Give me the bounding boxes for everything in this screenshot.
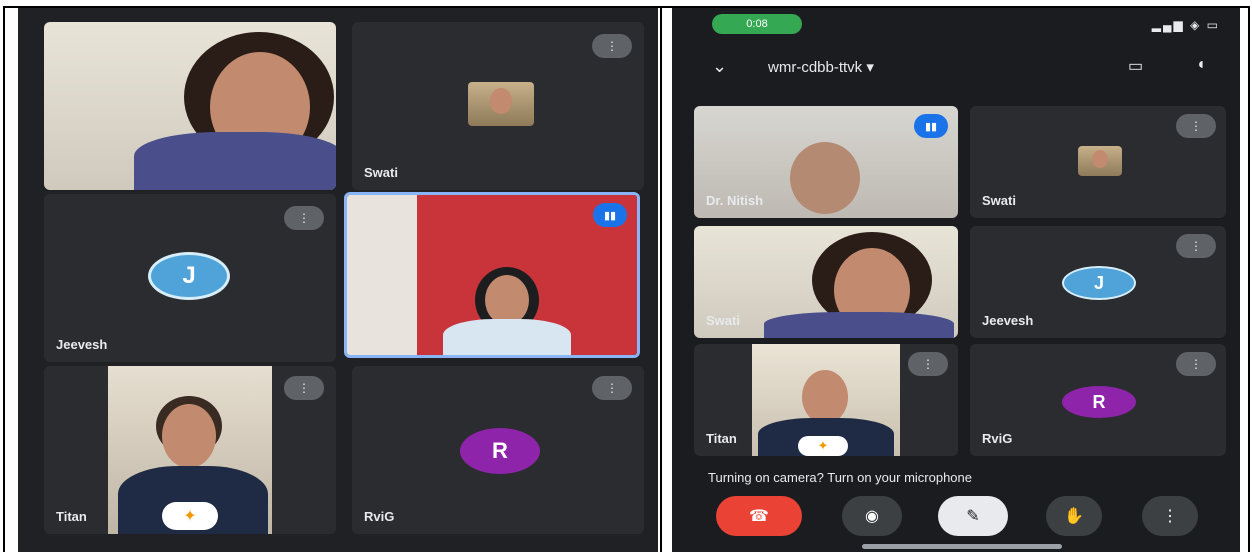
participant-name: Swati [982, 193, 1016, 208]
call-controls-bar: ☎ ◉ ✎ ✋ ⋮ [672, 496, 1240, 544]
table-border-right [1248, 6, 1250, 552]
participant-tile[interactable] [44, 22, 336, 190]
mic-off-icon: ✎ [966, 508, 980, 525]
reaction-button[interactable]: ✦ [162, 502, 218, 530]
participant-name: RviG [982, 431, 1013, 446]
profile-photo [1078, 146, 1122, 176]
phone-status-bar: 0:08 ▂▄▆ ◈ ▭ [672, 8, 1240, 38]
end-call-button[interactable]: ☎ [716, 496, 802, 536]
more-options-icon[interactable]: ⋮ [592, 376, 632, 400]
raise-hand-button[interactable]: ✋ [1046, 496, 1102, 536]
participant-name: Dr. Nitish [706, 193, 764, 208]
camera-toggle-button[interactable]: ◉ [842, 496, 902, 536]
signal-icon: ▂▄▆ ◈ ▭ [1151, 18, 1220, 32]
participant-name: Titan [56, 509, 87, 524]
mic-toggle-button[interactable]: ✎ [938, 496, 1008, 536]
meet-screenshot-left: ⋮ Swati ⋮ J Jeevesh ▮▮ ⋮ ✦ Titan ⋮ R Rvi… [18, 8, 658, 552]
table-cell-divider [660, 6, 662, 552]
avatar: J [148, 252, 230, 300]
participant-name: Swati [706, 313, 740, 328]
phone-icon: ☎ [749, 508, 769, 525]
participant-tile[interactable]: ⋮ J Jeevesh [970, 226, 1226, 338]
participant-tile[interactable]: ⋮ ✦ Titan [694, 344, 958, 456]
profile-photo [468, 82, 534, 126]
document-page: ⋮ Swati ⋮ J Jeevesh ▮▮ ⋮ ✦ Titan ⋮ R Rvi… [0, 0, 1252, 552]
participant-tile[interactable]: ⋮ J Jeevesh [44, 194, 336, 362]
participant-tile[interactable]: ⋮ R RviG [352, 366, 644, 534]
more-actions-button[interactable]: ⋮ [1142, 496, 1198, 536]
participant-name: Jeevesh [56, 337, 108, 352]
participant-tile[interactable]: ⋮ Swati [352, 22, 644, 190]
avatar: J [1062, 266, 1136, 300]
active-speaker-tile[interactable]: ▮▮ [344, 192, 640, 358]
call-timer-pill: 0:08 [712, 14, 802, 34]
avatar: R [460, 428, 540, 474]
collapse-chevron-icon[interactable]: ⌄ [712, 56, 727, 77]
more-vert-icon: ⋮ [1162, 508, 1178, 525]
participant-name: Jeevesh [982, 313, 1034, 328]
avatar: R [1062, 386, 1136, 418]
table-border-left [3, 6, 5, 552]
home-indicator [862, 544, 1062, 549]
participant-tile[interactable]: ⋮ ✦ Titan [44, 366, 336, 534]
hand-icon: ✋ [1064, 508, 1084, 525]
participant-name: Titan [706, 431, 737, 446]
participant-video [44, 22, 336, 190]
more-options-icon[interactable]: ⋮ [1176, 114, 1216, 138]
more-options-icon[interactable]: ⋮ [1176, 352, 1216, 376]
more-options-icon[interactable]: ⋮ [1176, 234, 1216, 258]
camera-mic-prompt: Turning on camera? Turn on your micropho… [708, 470, 972, 485]
participant-tile[interactable]: Swati [694, 226, 958, 338]
mic-active-icon: ▮▮ [914, 114, 948, 138]
participant-tile[interactable]: ⋮ R RviG [970, 344, 1226, 456]
more-options-icon[interactable]: ⋮ [908, 352, 948, 376]
more-options-icon[interactable]: ⋮ [284, 206, 324, 230]
participant-tile[interactable]: ▮▮ Dr. Nitish [694, 106, 958, 218]
more-options-icon[interactable]: ⋮ [592, 34, 632, 58]
meeting-code[interactable]: wmr-cdbb-ttvk ▾ [768, 58, 874, 76]
meeting-app-bar: ⌄ wmr-cdbb-ttvk ▾ ▭ ◖ [672, 44, 1240, 90]
participant-tile[interactable]: ⋮ Swati [970, 106, 1226, 218]
more-options-icon[interactable]: ⋮ [284, 376, 324, 400]
camera-icon: ◉ [865, 508, 879, 525]
meet-screenshot-right: 0:08 ▂▄▆ ◈ ▭ ⌄ wmr-cdbb-ttvk ▾ ▭ ◖ ▮▮ Dr… [672, 8, 1240, 552]
reaction-button[interactable]: ✦ [798, 436, 848, 456]
switch-camera-icon[interactable]: ▭ [1128, 56, 1143, 76]
mic-active-icon: ▮▮ [593, 203, 627, 227]
participant-name: RviG [364, 509, 395, 524]
participant-name: Swati [364, 165, 398, 180]
speaker-icon[interactable]: ◖ [1196, 56, 1206, 74]
